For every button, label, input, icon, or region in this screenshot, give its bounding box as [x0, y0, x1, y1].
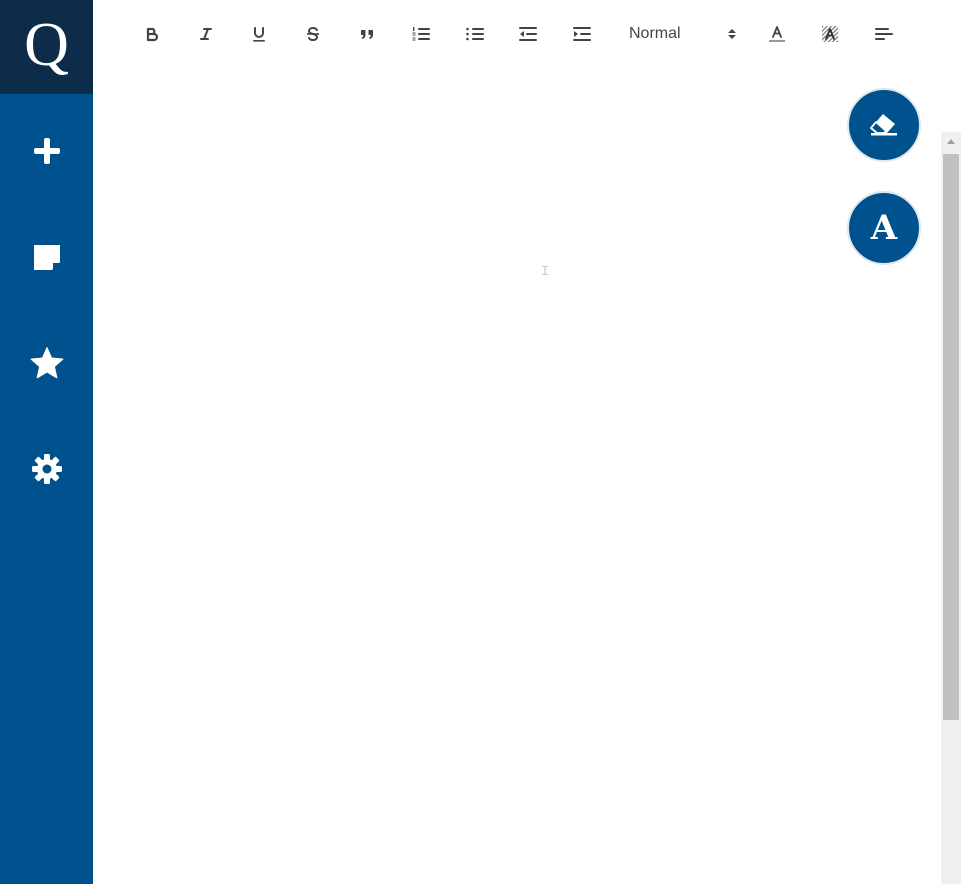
editor-scrollbar[interactable]: [941, 132, 961, 884]
bold-icon: [143, 25, 161, 43]
logo-letter: Q: [24, 11, 69, 79]
bullet-list-icon: [465, 25, 485, 43]
eraser-icon: [867, 108, 901, 143]
notes-button[interactable]: [0, 227, 93, 287]
clear-formatting-button[interactable]: [847, 88, 921, 162]
blockquote-button[interactable]: [353, 20, 381, 48]
strikethrough-icon: [304, 25, 322, 43]
outdent-button[interactable]: [514, 20, 542, 48]
indent-icon: [572, 25, 592, 43]
star-icon: [30, 346, 64, 380]
plus-icon: [32, 136, 62, 166]
underline-button[interactable]: [245, 20, 273, 48]
align-button[interactable]: [870, 20, 898, 48]
format-select-value: Normal: [629, 25, 681, 42]
chevron-updown-icon: [727, 27, 737, 41]
underline-icon: [250, 25, 268, 43]
background-color-button[interactable]: [816, 20, 844, 48]
format-select[interactable]: Normal: [629, 20, 737, 48]
ordered-list-button[interactable]: [407, 20, 435, 48]
font-button[interactable]: A: [847, 191, 921, 265]
editor-toolbar: Normal: [93, 0, 961, 68]
text-cursor-icon: I: [541, 264, 550, 280]
bullet-list-button[interactable]: [461, 20, 489, 48]
background-color-icon: [820, 24, 840, 44]
settings-button[interactable]: [0, 439, 93, 499]
text-color-icon: [767, 24, 787, 44]
font-icon: A: [870, 208, 898, 248]
italic-icon: [197, 25, 215, 43]
sticky-note-icon: [32, 242, 62, 272]
scrollbar-thumb[interactable]: [943, 154, 959, 720]
new-note-button[interactable]: [0, 121, 93, 181]
outdent-icon: [518, 25, 538, 43]
bold-button[interactable]: [138, 20, 166, 48]
blockquote-icon: [358, 25, 376, 43]
italic-button[interactable]: [192, 20, 220, 48]
scroll-up-arrow-icon[interactable]: [941, 132, 961, 152]
editor-area[interactable]: I: [93, 68, 941, 884]
favorites-button[interactable]: [0, 333, 93, 393]
sidebar: Q: [0, 0, 93, 884]
app-logo[interactable]: Q: [0, 0, 93, 94]
gear-icon: [31, 453, 63, 485]
indent-button[interactable]: [568, 20, 596, 48]
ordered-list-icon: [411, 25, 431, 43]
text-color-button[interactable]: [763, 20, 791, 48]
strikethrough-button[interactable]: [299, 20, 327, 48]
align-left-icon: [874, 25, 894, 43]
